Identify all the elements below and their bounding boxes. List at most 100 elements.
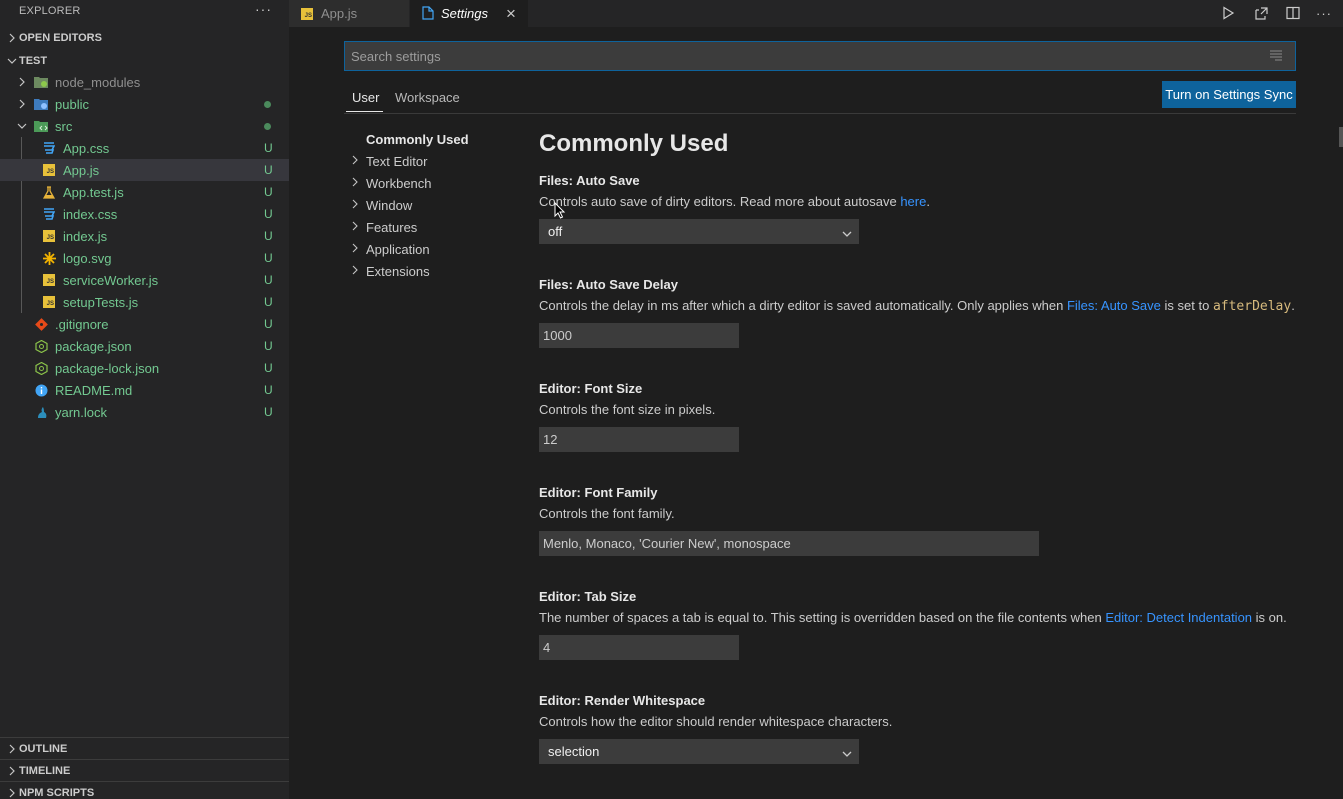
explorer-sidebar: EXPLORER ··· OPEN EDITORS TEST node_modu…: [0, 0, 289, 799]
chevron-right-icon: [351, 177, 359, 190]
toc-extensions[interactable]: Extensions: [366, 264, 430, 279]
tree-item-node-modules[interactable]: node_modules: [0, 71, 289, 93]
editor-tab-bar: JS App.js Settings × ···: [289, 0, 1343, 27]
font-family-input[interactable]: Menlo, Monaco, 'Courier New', monospace: [539, 531, 1039, 556]
filter-list-icon[interactable]: [1269, 48, 1283, 62]
tab-size-input[interactable]: 4: [539, 635, 739, 660]
js-file-icon: JS: [42, 163, 56, 177]
untracked-badge: U: [264, 251, 273, 265]
detect-indentation-link[interactable]: Editor: Detect Indentation: [1105, 610, 1252, 625]
tree-item-label: src: [55, 118, 73, 134]
tree-item-label: App.js: [63, 162, 100, 178]
test-flask-icon: [42, 185, 56, 199]
tree-item-app-js[interactable]: JS App.js U: [0, 159, 289, 181]
folder-src-icon: [34, 119, 48, 133]
section-label: TEST: [19, 55, 48, 67]
tree-item-index-js[interactable]: JS index.js U: [0, 225, 289, 247]
mouse-cursor-icon: [554, 201, 566, 223]
tab-app-js[interactable]: JS App.js: [289, 0, 409, 27]
yarn-icon: [34, 405, 48, 419]
tree-item-package-json[interactable]: package.json U: [0, 335, 289, 357]
section-open-editors[interactable]: OPEN EDITORS: [0, 27, 289, 49]
tree-item-service-worker-js[interactable]: JS serviceWorker.js U: [0, 269, 289, 291]
auto-save-delay-input[interactable]: 1000: [539, 323, 739, 348]
tree-item-setup-tests-js[interactable]: JS setupTests.js U: [0, 291, 289, 313]
open-settings-json-icon[interactable]: [1252, 4, 1270, 22]
toc-text-editor[interactable]: Text Editor: [366, 154, 427, 169]
turn-on-settings-sync-button[interactable]: Turn on Settings Sync: [1162, 81, 1296, 108]
tab-settings[interactable]: Settings ×: [410, 0, 528, 27]
section-outline[interactable]: OUTLINE: [0, 737, 289, 759]
untracked-badge: U: [264, 207, 273, 221]
run-icon[interactable]: [1219, 4, 1237, 22]
auto-save-select[interactable]: off: [539, 219, 859, 244]
scrollbar-thumb[interactable]: [1339, 127, 1343, 147]
tree-item-package-lock-json[interactable]: package-lock.json U: [0, 357, 289, 379]
setting-title-font-size: Editor: Font Size: [539, 381, 643, 396]
nodejs-icon: [34, 339, 48, 353]
render-whitespace-select[interactable]: selection: [539, 739, 859, 764]
chevron-right-icon: [351, 243, 359, 256]
setting-title-font-family: Editor: Font Family: [539, 485, 658, 500]
tree-item-app-test-js[interactable]: App.test.js U: [0, 181, 289, 203]
setting-title-auto-save: Files: Auto Save: [539, 173, 640, 188]
search-placeholder: Search settings: [351, 49, 441, 64]
section-npm-scripts[interactable]: NPM SCRIPTS: [0, 781, 289, 799]
untracked-badge: U: [264, 273, 273, 287]
setting-desc-auto-save: Controls auto save of dirty editors. Rea…: [539, 194, 930, 209]
explorer-title: EXPLORER: [19, 5, 81, 17]
chevron-right-icon: [351, 199, 359, 212]
modified-dot-icon: [264, 123, 271, 130]
toc-commonly-used[interactable]: Commonly Used: [366, 132, 469, 147]
folder-node-icon: [34, 75, 48, 89]
setting-desc-font-family: Controls the font family.: [539, 506, 675, 521]
autosave-link[interactable]: here: [900, 194, 926, 209]
tree-item-readme-md[interactable]: README.md U: [0, 379, 289, 401]
close-icon[interactable]: ×: [506, 4, 516, 24]
section-label: NPM SCRIPTS: [19, 786, 95, 799]
section-project[interactable]: TEST: [0, 50, 289, 72]
search-settings-input[interactable]: Search settings: [344, 41, 1296, 71]
tree-item-yarn-lock[interactable]: yarn.lock U: [0, 401, 289, 423]
files-auto-save-link[interactable]: Files: Auto Save: [1067, 298, 1161, 313]
tab-workspace[interactable]: Workspace: [395, 90, 460, 105]
tree-item-public[interactable]: public: [0, 93, 289, 115]
chevron-right-icon: [351, 265, 359, 278]
chevron-right-icon: [4, 766, 19, 776]
toc-features[interactable]: Features: [366, 220, 417, 235]
section-timeline[interactable]: TIMELINE: [0, 759, 289, 781]
chevron-right-icon: [4, 744, 19, 754]
toc-window[interactable]: Window: [366, 198, 412, 213]
tree-item-label: serviceWorker.js: [63, 272, 159, 288]
toc-application[interactable]: Application: [366, 242, 430, 257]
css-file-icon: [42, 207, 56, 221]
chevron-down-icon: [16, 119, 28, 134]
more-actions-icon[interactable]: ···: [255, 1, 272, 17]
toc-workbench[interactable]: Workbench: [366, 176, 432, 191]
css-file-icon: [42, 141, 56, 155]
tree-item-app-css[interactable]: App.css U: [0, 137, 289, 159]
tree-item-index-css[interactable]: index.css U: [0, 203, 289, 225]
tree-item-gitignore[interactable]: .gitignore U: [0, 313, 289, 335]
tree-item-label: index.css: [63, 206, 118, 222]
git-icon: [34, 317, 48, 331]
tree-item-label: logo.svg: [63, 250, 112, 266]
section-label: TIMELINE: [19, 764, 71, 777]
js-file-icon: JS: [42, 273, 56, 287]
tree-item-src[interactable]: src: [0, 115, 289, 137]
setting-title-tab-size: Editor: Tab Size: [539, 589, 637, 604]
section-label: OPEN EDITORS: [19, 32, 102, 44]
active-tab-indicator: [346, 111, 383, 112]
split-editor-icon[interactable]: [1284, 4, 1302, 22]
js-file-icon: JS: [42, 295, 56, 309]
info-icon: [34, 383, 48, 397]
tab-user[interactable]: User: [352, 90, 379, 105]
nodejs-icon: [34, 361, 48, 375]
setting-desc-tab-size: The number of spaces a tab is equal to. …: [539, 610, 1287, 625]
divider: [344, 113, 1296, 114]
font-size-input[interactable]: 12: [539, 427, 739, 452]
tree-item-logo-svg[interactable]: logo.svg U: [0, 247, 289, 269]
chevron-right-icon: [4, 788, 19, 798]
more-actions-icon[interactable]: ···: [1315, 4, 1333, 22]
untracked-badge: U: [264, 295, 273, 309]
